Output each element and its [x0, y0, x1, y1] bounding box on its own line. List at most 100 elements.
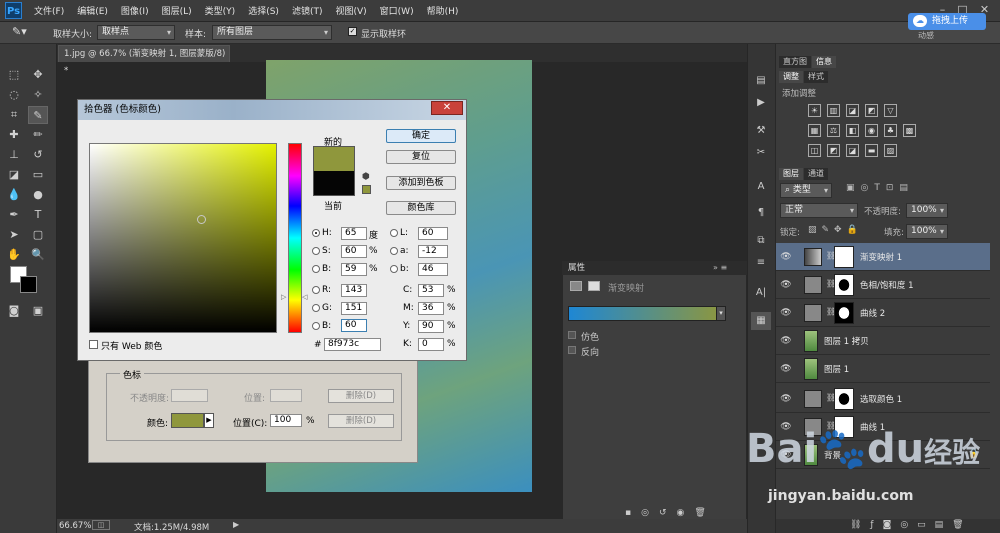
stamp-tool-icon[interactable]: ⊥ — [4, 146, 24, 164]
lock-icons[interactable]: ▨✎✥🔒 — [808, 225, 863, 235]
layer-name[interactable]: 渐变映射 1 — [860, 251, 902, 263]
layer-name[interactable]: 图层 1 拷贝 — [824, 335, 869, 347]
hue-saturation-icon[interactable]: ▦ — [808, 124, 821, 137]
eyedropper-tool-icon-active[interactable]: ✎ — [28, 106, 48, 124]
color-balance-icon[interactable]: ⚖ — [827, 124, 840, 137]
layer-row[interactable]: 👁 图层 1 拷贝 — [776, 327, 990, 355]
position-input[interactable] — [270, 389, 302, 402]
curves-icon[interactable]: ◪ — [846, 104, 859, 117]
color-picker-ring[interactable] — [197, 215, 206, 224]
posterize-icon[interactable]: ◩ — [827, 144, 840, 157]
l-radio[interactable] — [390, 229, 398, 237]
y-input[interactable]: 90 — [418, 320, 444, 333]
path-select-icon[interactable]: ➤ — [4, 226, 24, 244]
visibility-eye-icon[interactable]: 👁 — [780, 280, 792, 290]
cube-icon[interactable]: ⬢ — [362, 172, 370, 182]
character-panel-icon[interactable]: A — [751, 178, 771, 196]
mask-icon[interactable] — [588, 281, 600, 291]
adjustments-tab[interactable]: 调整 — [779, 71, 803, 83]
paragraph-panel-icon[interactable]: ¶ — [751, 204, 771, 222]
gradient-map-preview[interactable] — [568, 306, 725, 321]
menu-file[interactable]: 文件(F) — [34, 4, 64, 17]
menu-filter[interactable]: 滤镜(T) — [292, 4, 323, 17]
panel-menu-icon[interactable]: » ≡ — [713, 263, 727, 272]
hand-tool-icon[interactable]: ✋ — [4, 246, 24, 264]
layer-row[interactable]: 👁 ⛓ 色相/饱和度 1 — [776, 271, 990, 299]
visibility-eye-icon[interactable]: 👁 — [780, 336, 792, 346]
channels-tab[interactable]: 通道 — [804, 168, 828, 180]
show-ring-checkbox[interactable]: ✓ — [348, 27, 357, 36]
layer-name[interactable]: 色相/饱和度 1 — [860, 279, 913, 291]
h-input[interactable]: 65 — [341, 227, 367, 240]
eyedropper-tool-icon[interactable]: ✎▾ — [12, 25, 27, 38]
lab-b-radio[interactable] — [390, 265, 398, 273]
mask-thumbnail[interactable] — [834, 388, 854, 410]
visibility-eye-icon[interactable]: 👁 — [780, 364, 792, 374]
vibrance-icon[interactable]: ▽ — [884, 104, 897, 117]
dodge-tool-icon[interactable]: ● — [28, 186, 48, 204]
crop-tool-icon[interactable]: ⌗ — [4, 106, 24, 124]
dialog-close-icon[interactable]: ✕ — [431, 101, 463, 115]
delete-color-stop-button[interactable]: 删除(D) — [328, 414, 394, 428]
history-panel-icon[interactable]: ▤ — [751, 72, 771, 90]
l-input[interactable]: 60 — [418, 227, 448, 240]
levels-icon[interactable]: ▥ — [827, 104, 840, 117]
hue-slider-left-arrow-icon[interactable]: ▷ — [281, 293, 286, 301]
lasso-tool-icon[interactable]: ◌ — [4, 86, 24, 104]
a-input[interactable]: -12 — [418, 245, 448, 258]
a-radio[interactable] — [390, 247, 398, 255]
type-panel-icon[interactable]: A| — [751, 284, 771, 302]
layer-name[interactable]: 曲线 2 — [860, 307, 885, 319]
actions-panel-icon[interactable]: ▶ — [751, 94, 771, 112]
menu-type[interactable]: 类型(Y) — [205, 4, 236, 17]
h-radio[interactable] — [312, 229, 320, 237]
hue-slider-right-arrow-icon[interactable]: ◁ — [302, 293, 307, 301]
lab-b-input[interactable]: 46 — [418, 263, 448, 276]
saturation-brightness-field[interactable] — [89, 143, 277, 333]
brightness-icon[interactable]: ☀ — [808, 104, 821, 117]
blue-radio[interactable] — [312, 322, 320, 330]
pen-tool-icon[interactable]: ✒ — [4, 206, 24, 224]
reset-button[interactable]: 复位 — [386, 150, 456, 164]
mask-thumbnail[interactable] — [834, 246, 854, 268]
stop-color-arrow-icon[interactable]: ▶ — [204, 413, 214, 428]
histogram-tab[interactable]: 直方图 — [779, 56, 811, 68]
menu-select[interactable]: 选择(S) — [248, 4, 279, 17]
layer-row[interactable]: 👁 ⛓ 渐变映射 1 — [776, 243, 990, 271]
hex-input[interactable]: 8f973c — [324, 338, 381, 351]
reverse-checkbox[interactable] — [568, 346, 576, 354]
blue-input[interactable]: 60 — [341, 319, 367, 332]
visibility-eye-icon[interactable]: 👁 — [780, 308, 792, 318]
layer-name[interactable]: 图层 1 — [824, 363, 849, 375]
g-input[interactable]: 151 — [341, 302, 367, 315]
styles-tab[interactable]: 样式 — [804, 71, 828, 83]
sample-select[interactable]: 所有图层 — [212, 25, 332, 40]
m-input[interactable]: 36 — [418, 302, 444, 315]
add-to-swatches-button[interactable]: 添加到色板 — [386, 176, 456, 190]
workspace-select[interactable]: 动感 — [918, 30, 934, 41]
healing-tool-icon[interactable]: ✚ — [4, 126, 24, 144]
g-radio[interactable] — [312, 304, 320, 312]
mask-thumbnail[interactable] — [834, 302, 854, 324]
k-input[interactable]: 0 — [418, 338, 444, 351]
info-tab[interactable]: 信息 — [812, 56, 836, 68]
layer-row[interactable]: 👁 ⛓ 曲线 2 — [776, 299, 990, 327]
quick-mask-icon[interactable]: ◙ — [4, 302, 24, 320]
s-radio[interactable] — [312, 247, 320, 255]
only-web-checkbox[interactable] — [89, 340, 98, 349]
hue-slider[interactable] — [288, 143, 302, 333]
document-tab[interactable]: 1.jpg @ 66.7% (渐变映射 1, 图层蒙版/8) * — [58, 45, 230, 76]
mask-thumbnail[interactable] — [834, 274, 854, 296]
current-color-swatch[interactable] — [313, 171, 355, 196]
layer-name[interactable]: 选取颜色 1 — [860, 393, 902, 405]
channel-mixer-icon[interactable]: ♣ — [884, 124, 897, 137]
history-brush-icon[interactable]: ↺ — [28, 146, 48, 164]
brush-presets-icon[interactable]: ✂ — [751, 144, 771, 162]
menu-help[interactable]: 帮助(H) — [427, 4, 459, 17]
color-libraries-button[interactable]: 颜色库 — [386, 201, 456, 215]
screen-mode-icon[interactable]: ▣ — [28, 302, 48, 320]
status-arrow-icon[interactable]: ▶ — [233, 520, 239, 529]
layer-filter-select[interactable]: ⌕ 类型 — [780, 183, 832, 198]
blur-tool-icon[interactable]: 💧 — [4, 186, 24, 204]
delete-opacity-stop-button[interactable]: 删除(D) — [328, 389, 394, 403]
